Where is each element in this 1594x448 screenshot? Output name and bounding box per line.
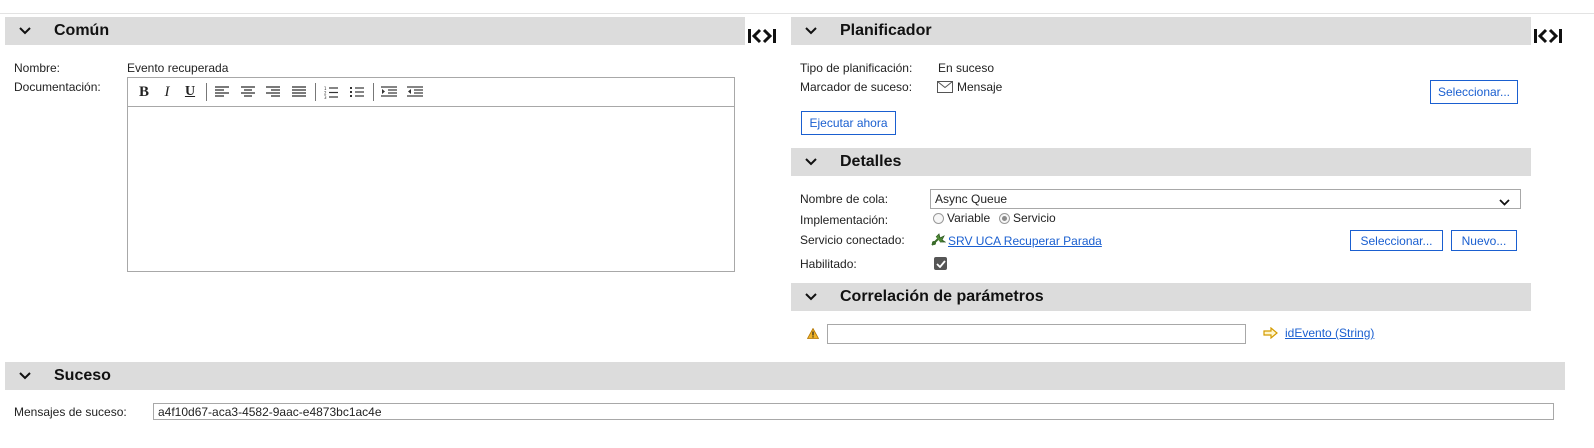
toolbar-separator <box>315 83 316 101</box>
chevron-down-icon[interactable] <box>18 24 32 38</box>
section-title: Planificador <box>840 22 932 39</box>
marcador-suceso-value: Mensaje <box>957 80 1003 94</box>
section-detalles-header[interactable]: Detalles <box>791 148 1531 176</box>
editor-toolbar: B I U 123 <box>128 78 734 107</box>
service-icon <box>930 233 947 250</box>
seleccionar-servicio-button[interactable]: Seleccionar... <box>1350 230 1443 251</box>
chevron-down-icon[interactable] <box>804 290 818 304</box>
seleccionar-marcador-button[interactable]: Seleccionar... <box>1430 80 1518 104</box>
implementacion-label: Implementación: <box>800 213 889 227</box>
documentation-editor[interactable]: B I U 123 <box>127 77 735 272</box>
radio-variable[interactable] <box>933 213 944 224</box>
documentacion-label: Documentación: <box>14 80 101 94</box>
chevron-down-icon[interactable] <box>804 24 818 38</box>
align-right-icon[interactable] <box>264 83 282 101</box>
section-title: Correlación de parámetros <box>840 288 1044 305</box>
param-idevento-link[interactable]: idEvento (String) <box>1285 326 1374 340</box>
indent-icon[interactable] <box>380 83 398 101</box>
nombre-cola-label: Nombre de cola: <box>800 192 889 206</box>
ejecutar-ahora-button[interactable]: Ejecutar ahora <box>801 111 896 135</box>
nombre-cola-select[interactable]: Async Queue <box>930 189 1521 209</box>
radio-variable-label: Variable <box>947 211 991 225</box>
servicio-conectado-link[interactable]: SRV UCA Recuperar Parada <box>948 234 1102 248</box>
nombre-cola-value: Async Queue <box>935 192 1008 206</box>
expand-collapse-icon[interactable] <box>1533 27 1563 48</box>
bullet-list-icon[interactable] <box>348 83 366 101</box>
underline-icon[interactable]: U <box>181 83 199 101</box>
section-title: Detalles <box>840 153 902 170</box>
top-divider <box>0 13 1594 14</box>
expand-collapse-icon[interactable] <box>747 27 777 48</box>
align-center-icon[interactable] <box>239 83 257 101</box>
tipo-planificacion-value: En suceso <box>938 61 995 75</box>
align-left-icon[interactable] <box>213 83 231 101</box>
section-comun-header[interactable]: Común <box>5 17 745 45</box>
servicio-conectado-label: Servicio conectado: <box>800 233 905 247</box>
section-correlacion-header[interactable]: Correlación de parámetros <box>791 283 1531 311</box>
nombre-label: Nombre: <box>14 61 61 75</box>
toolbar-separator <box>206 83 207 101</box>
section-title: Común <box>54 22 110 39</box>
chevron-down-icon <box>1499 195 1510 209</box>
tipo-planificacion-label: Tipo de planificación: <box>800 61 913 75</box>
nuevo-servicio-button[interactable]: Nuevo... <box>1451 230 1517 251</box>
chevron-down-icon[interactable] <box>804 155 818 169</box>
section-planificador-header[interactable]: Planificador <box>791 17 1531 45</box>
svg-text:3: 3 <box>324 95 327 99</box>
mensajes-suceso-label: Mensajes de suceso: <box>14 405 127 419</box>
chevron-down-icon[interactable] <box>18 369 32 383</box>
radio-servicio-label: Servicio <box>1013 211 1056 225</box>
justify-icon[interactable] <box>290 83 308 101</box>
radio-servicio[interactable] <box>999 213 1010 224</box>
envelope-icon <box>937 81 953 96</box>
marcador-suceso-label: Marcador de suceso: <box>800 80 913 94</box>
section-title: Suceso <box>54 367 111 384</box>
arrow-right-icon <box>1263 326 1279 342</box>
check-icon <box>935 259 946 268</box>
section-suceso-header[interactable]: Suceso <box>5 362 1565 390</box>
italic-icon[interactable]: I <box>158 83 176 101</box>
mensajes-suceso-input[interactable]: a4f10d67-aca3-4582-9aac-e4873bc1ac4e <box>153 403 1554 420</box>
toolbar-separator <box>373 83 374 101</box>
numbered-list-icon[interactable]: 123 <box>322 83 340 101</box>
nombre-value[interactable]: Evento recuperada <box>127 61 228 75</box>
outdent-icon[interactable] <box>406 83 424 101</box>
correlacion-input[interactable] <box>827 324 1246 344</box>
mensajes-suceso-value: a4f10d67-aca3-4582-9aac-e4873bc1ac4e <box>158 404 382 419</box>
habilitado-label: Habilitado: <box>800 257 857 271</box>
habilitado-checkbox[interactable] <box>934 257 947 270</box>
warning-icon <box>806 327 820 342</box>
bold-icon[interactable]: B <box>135 83 153 101</box>
